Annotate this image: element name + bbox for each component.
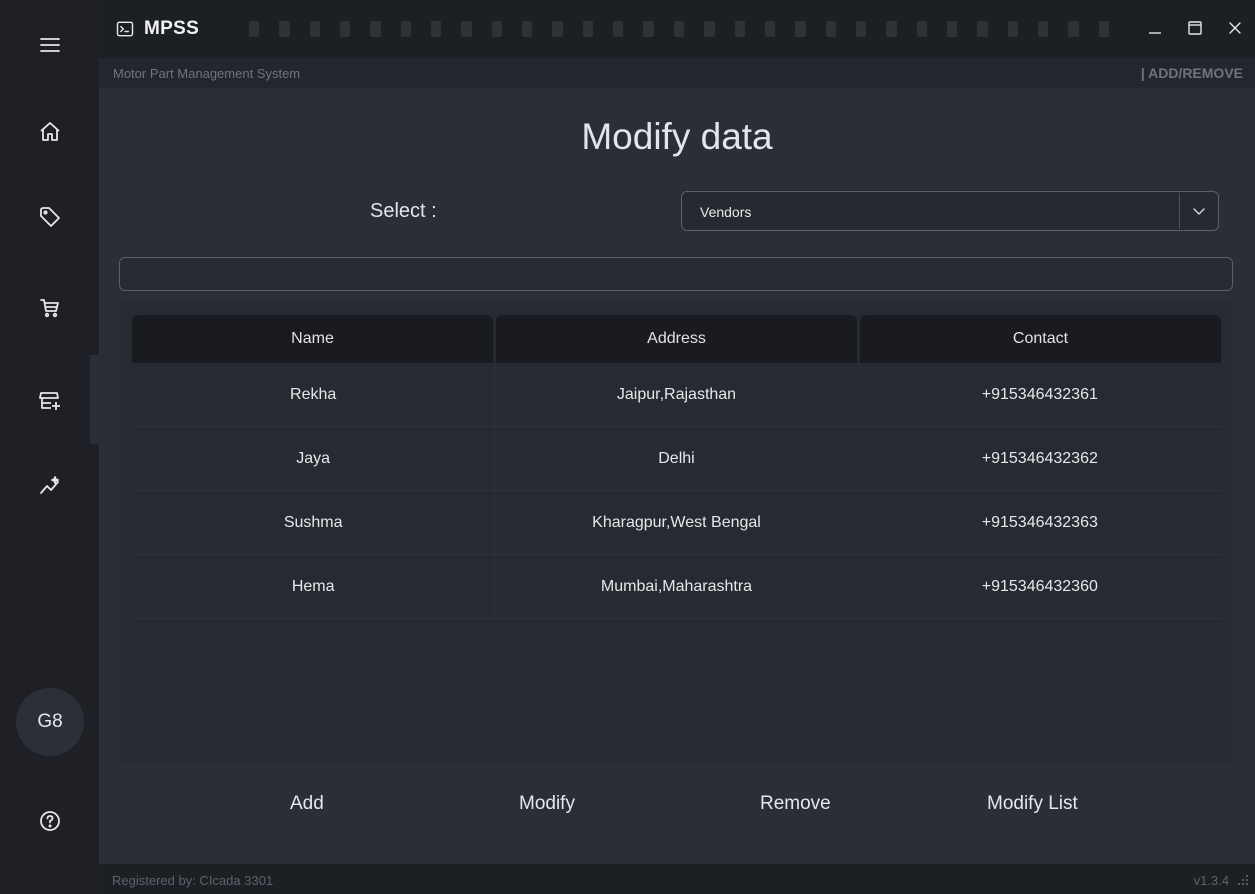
column-header-name[interactable]: Name (132, 315, 493, 363)
cell-address: Kharagpur,West Bengal (495, 491, 859, 554)
maximize-button[interactable] (1175, 14, 1215, 42)
help-icon (40, 811, 60, 831)
sidebar-item-parts[interactable] (30, 197, 70, 237)
sidebar-item-analytics[interactable] (30, 466, 70, 506)
sidebar-active-indicator (90, 355, 99, 444)
cell-address: Delhi (495, 427, 859, 490)
cell-address: Mumbai,Maharashtra (495, 555, 859, 618)
tag-icon (40, 207, 60, 227)
terminal-icon (115, 19, 135, 39)
page-title: Modify data (581, 116, 773, 157)
app-window: G8 MPSS Motor Part Management System | A… (0, 0, 1255, 894)
table-header: Name Address Contact (132, 315, 1221, 363)
table-row[interactable]: Sushma Kharagpur,West Bengal +9153464323… (132, 491, 1221, 555)
modify-button[interactable]: Modify (519, 793, 575, 815)
version-label: v1.3.4 (1193, 873, 1229, 888)
store-add-icon (39, 392, 60, 410)
data-table: Name Address Contact Rekha Jaipur,Rajast… (119, 302, 1233, 762)
cell-contact: +915346432362 (981, 449, 1098, 467)
hamburger-menu-icon (40, 38, 60, 52)
subtitle-bar: Motor Part Management System | ADD/REMOV… (99, 58, 1255, 88)
registration-text: Registered by: CIcada 3301 (112, 873, 274, 888)
table-body: Rekha Jaipur,Rajasthan +915346432361 Jay… (132, 363, 1221, 619)
minimize-icon (1149, 32, 1161, 34)
select-value: Vendors (700, 204, 752, 220)
user-avatar[interactable]: G8 (16, 688, 84, 756)
title-bar[interactable]: MPSS (99, 0, 1255, 58)
cart-icon (40, 299, 59, 318)
chevron-down-icon (1193, 208, 1205, 215)
remove-button[interactable]: Remove (760, 793, 831, 815)
cell-contact: +915346432363 (981, 513, 1098, 531)
cell-name: Jaya (132, 427, 496, 490)
sidebar-item-home[interactable] (30, 112, 70, 152)
select-divider (1179, 193, 1180, 229)
search-input[interactable] (119, 257, 1233, 291)
sidebar-item-help[interactable] (30, 801, 70, 841)
sidebar-menu-button[interactable] (30, 25, 70, 65)
status-bar: Registered by: CIcada 3301 v1.3.4 (99, 864, 1255, 894)
app-name: MPSS (144, 18, 200, 39)
add-button[interactable]: Add (290, 793, 324, 815)
select-label: Select : (370, 200, 437, 222)
column-header-address[interactable]: Address (496, 315, 857, 363)
background-toolbar-ghost (249, 16, 1109, 42)
cell-name: Sushma (132, 491, 496, 554)
modify-list-button[interactable]: Modify List (987, 793, 1078, 815)
app-title: MPSS (115, 18, 199, 40)
cell-contact: +915346432361 (981, 385, 1098, 403)
table-row[interactable]: Hema Mumbai,Maharashtra +915346432360 (132, 555, 1221, 619)
column-header-contact[interactable]: Contact (860, 315, 1221, 363)
maximize-icon (1188, 21, 1202, 35)
table-row[interactable]: Jaya Delhi +915346432362 (132, 427, 1221, 491)
window-controls (1135, 14, 1255, 42)
section-label: | ADD/REMOVE (1140, 65, 1243, 81)
sidebar-item-cart[interactable] (30, 288, 70, 328)
close-button[interactable] (1215, 14, 1255, 42)
cell-name: Hema (132, 555, 496, 618)
sidebar-item-add-store[interactable] (30, 380, 70, 420)
resize-grip-icon[interactable] (1237, 873, 1249, 885)
close-icon (1229, 22, 1241, 34)
app-subtitle: Motor Part Management System (113, 66, 301, 81)
table-row[interactable]: Rekha Jaipur,Rajasthan +915346432361 (132, 363, 1221, 427)
home-icon (40, 122, 60, 141)
action-bar: Add Modify Remove Modify List (99, 793, 1255, 833)
data-type-select[interactable]: Vendors (681, 191, 1219, 231)
minimize-button[interactable] (1135, 14, 1175, 42)
sparkline-icon (40, 476, 59, 494)
cell-address: Jaipur,Rajasthan (495, 363, 859, 426)
cell-contact: +915346432360 (981, 577, 1098, 595)
cell-name: Rekha (132, 363, 496, 426)
sidebar: G8 (0, 0, 99, 894)
